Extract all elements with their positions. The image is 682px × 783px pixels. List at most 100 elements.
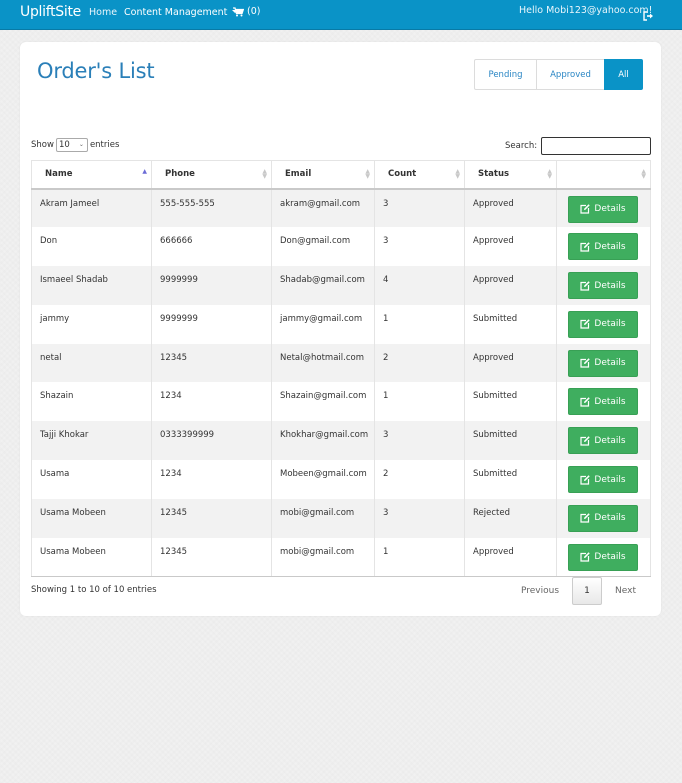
show-label: Show: [31, 140, 54, 150]
cell-count: 3: [374, 227, 465, 267]
sort-icon: ▲ ▼: [547, 168, 552, 180]
cell-phone: 9999999: [151, 304, 272, 344]
cell-phone: 666666: [151, 227, 272, 267]
table-row: Don 666666 Don@gmail.com 3 Approved Deta…: [31, 227, 651, 267]
cell-status: Submitted: [464, 304, 557, 344]
cell-email: Mobeen@gmail.com: [271, 460, 375, 499]
details-button[interactable]: Details: [568, 310, 638, 338]
orders-table: Name ▲ Phone ▲ ▼ Email ▲ ▼ Count ▲ ▼ Status ▲ ▼ ▲…: [31, 160, 651, 577]
column-header-label: Name: [45, 169, 73, 180]
details-button[interactable]: Details: [568, 543, 638, 571]
cell-email: Khokhar@gmail.com: [271, 421, 375, 461]
edit-icon: [580, 280, 591, 291]
column-header-label: Count: [388, 169, 417, 180]
sort-icon: ▲ ▼: [455, 168, 460, 180]
filter-all-button[interactable]: All: [604, 59, 643, 90]
table-info: Showing 1 to 10 of 10 entries: [31, 585, 157, 595]
filter-approved-button[interactable]: Approved: [536, 59, 605, 90]
sort-icon: ▲ ▼: [262, 168, 267, 180]
details-button[interactable]: Details: [568, 195, 638, 223]
logout-icon: [643, 11, 653, 21]
edit-icon: [580, 242, 591, 252]
cell-count: 4: [374, 266, 465, 305]
cell-count: 3: [374, 498, 465, 538]
search-input[interactable]: [541, 137, 652, 155]
column-header-count[interactable]: Count ▲ ▼: [374, 160, 465, 190]
table-row: netal 12345 Netal@hotmail.com 2 Approved…: [31, 343, 651, 383]
details-button[interactable]: Details: [568, 427, 638, 455]
entries-value: 10: [58, 140, 70, 150]
cell-phone: 555-555-555: [151, 188, 272, 228]
cell-email: akram@gmail.com: [271, 188, 375, 228]
nav-home-link[interactable]: Home: [89, 7, 117, 18]
table-row: jammy 9999999 jammy@gmail.com 1 Submitte…: [31, 304, 651, 344]
pagination: Previous 1 Next: [511, 577, 646, 605]
edit-icon: [580, 552, 591, 562]
filter-pending-button[interactable]: Pending: [474, 59, 537, 90]
cell-actions: Details: [556, 382, 651, 422]
logout-button[interactable]: [643, 6, 654, 25]
table-row: Akram Jameel 555-555-555 akram@gmail.com…: [31, 188, 651, 228]
edit-icon: [580, 204, 591, 214]
user-greeting-link[interactable]: Hello Mobi123@yahoo.com!: [519, 5, 652, 16]
column-header-status[interactable]: Status ▲ ▼: [464, 160, 557, 190]
details-button[interactable]: Details: [568, 349, 638, 377]
details-label: Details: [594, 358, 626, 369]
entries-select[interactable]: 10 ⌄: [55, 138, 88, 152]
column-header-name[interactable]: Name ▲: [31, 160, 152, 190]
cell-email: Shazain@gmail.com: [271, 382, 375, 422]
cell-actions: Details: [556, 460, 651, 499]
table-header-row: Name ▲ Phone ▲ ▼ Email ▲ ▼ Count ▲ ▼ Status ▲ ▼ ▲…: [31, 160, 651, 190]
details-button[interactable]: Details: [568, 466, 638, 494]
cell-count: 2: [374, 343, 465, 383]
cell-name: netal: [31, 343, 152, 383]
cell-actions: Details: [556, 188, 651, 228]
cell-name: Usama Mobeen: [31, 537, 152, 577]
details-label: Details: [594, 396, 626, 407]
details-button[interactable]: Details: [568, 272, 638, 300]
table-row: Shazain 1234 Shazain@gmail.com 1 Submitt…: [31, 382, 651, 422]
pagination-next[interactable]: Next: [605, 586, 646, 596]
cell-actions: Details: [556, 537, 651, 577]
edit-icon: [580, 436, 591, 446]
cell-count: 3: [374, 188, 465, 228]
orders-table-wrapper: Name ▲ Phone ▲ ▼ Email ▲ ▼ Count ▲ ▼ Status ▲ ▼ ▲…: [31, 160, 651, 577]
pagination-page[interactable]: 1: [572, 577, 603, 605]
cell-name: Shazain: [31, 382, 152, 422]
table-row: Usama Mobeen 12345 mobi@gmail.com 1 Appr…: [31, 537, 651, 577]
table-row: Usama Mobeen 12345 mobi@gmail.com 3 Reje…: [31, 498, 651, 538]
table-row: Usama 1234 Mobeen@gmail.com 2 Submitted …: [31, 460, 651, 499]
details-label: Details: [594, 204, 626, 214]
edit-icon: [580, 474, 591, 485]
search-label: Search:: [505, 141, 538, 151]
details-button[interactable]: Details: [568, 233, 638, 261]
nav-cart-link[interactable]: (0): [233, 6, 260, 17]
pagination-previous[interactable]: Previous: [511, 586, 569, 596]
details-button[interactable]: Details: [568, 504, 638, 532]
status-filter-group: Pending Approved All: [474, 59, 643, 90]
cart-icon: [233, 6, 244, 16]
edit-icon: [580, 513, 591, 523]
cell-status: Rejected: [464, 498, 557, 538]
page-title: Order's List: [37, 59, 155, 83]
cell-status: Approved: [464, 343, 557, 383]
cell-phone: 12345: [151, 537, 272, 577]
cell-email: jammy@gmail.com: [271, 304, 375, 344]
cart-count: (0): [247, 6, 261, 17]
details-label: Details: [594, 474, 626, 485]
brand-link[interactable]: UpliftSite: [20, 4, 81, 20]
cell-name: jammy: [31, 304, 152, 344]
details-label: Details: [594, 552, 626, 563]
column-header-email[interactable]: Email ▲ ▼: [271, 160, 375, 190]
column-header-actions[interactable]: ▲ ▼: [556, 160, 651, 190]
details-label: Details: [594, 319, 626, 330]
nav-content-management-dropdown[interactable]: Content Management: [124, 7, 239, 18]
page-length-control: Show 10 ⌄ entries: [31, 138, 119, 152]
chevron-down-icon: ⌄: [78, 141, 84, 148]
cell-status: Submitted: [464, 421, 557, 461]
column-header-phone[interactable]: Phone ▲ ▼: [151, 160, 272, 190]
cell-phone: 12345: [151, 343, 272, 383]
cell-phone: 1234: [151, 382, 272, 422]
details-button[interactable]: Details: [568, 388, 638, 416]
cell-actions: Details: [556, 343, 651, 383]
